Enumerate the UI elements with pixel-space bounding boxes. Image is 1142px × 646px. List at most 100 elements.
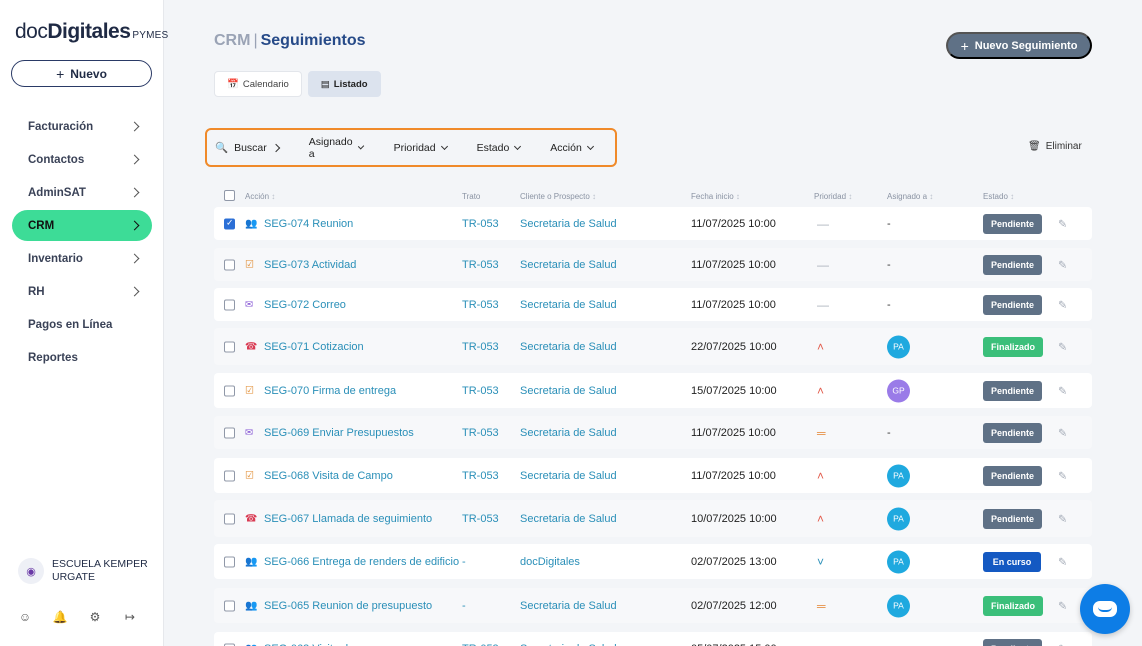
- row-checkbox[interactable]: [224, 470, 235, 481]
- sidebar-item-rh[interactable]: RH: [12, 276, 152, 307]
- action-filter[interactable]: Acción: [550, 142, 594, 154]
- row-checkbox[interactable]: [224, 600, 235, 611]
- table-row[interactable]: ☑ SEG-068 Visita de Campo TR-053 Secretaria…: [214, 458, 1092, 493]
- status-badge[interactable]: Pendiente: [983, 294, 1043, 315]
- assignee[interactable]: GP: [887, 379, 910, 402]
- row-checkbox[interactable]: [224, 513, 235, 524]
- table-row[interactable]: ☎ SEG-071 Cotizacion TR-053 Secretaria de S…: [214, 328, 1092, 365]
- action-link[interactable]: SEG-074 Reunion: [264, 218, 353, 230]
- action-link[interactable]: SEG-070 Firma de entrega: [264, 385, 396, 397]
- column-estado[interactable]: Estado: [983, 192, 1014, 201]
- assignee[interactable]: PA: [887, 464, 910, 487]
- sidebar-item-inventario[interactable]: Inventario: [12, 243, 152, 274]
- action-link[interactable]: SEG-073 Actividad: [264, 259, 356, 271]
- row-checkbox[interactable]: [224, 385, 235, 396]
- status-badge[interactable]: Pendiente: [983, 422, 1043, 443]
- brand-logo[interactable]: docDigitales PYMES: [15, 20, 168, 44]
- assigned-filter[interactable]: Asignado a: [309, 136, 365, 160]
- action-link[interactable]: SEG-065 Reunion de presupuesto: [264, 600, 432, 612]
- search-filter[interactable]: 🔍 Buscar: [215, 141, 281, 154]
- column-cliente[interactable]: Cliente o Prospecto: [520, 192, 596, 201]
- edit-icon[interactable]: ✎: [1058, 258, 1067, 271]
- status-badge[interactable]: En curso: [983, 551, 1041, 572]
- table-row[interactable]: ✉ SEG-072 Correo TR-053 Secretaria de Salud…: [214, 288, 1092, 321]
- action-link[interactable]: SEG-063 Visita de campo: [264, 643, 390, 646]
- edit-icon[interactable]: ✎: [1058, 384, 1067, 397]
- column-accion[interactable]: Acción: [245, 192, 275, 201]
- status-badge[interactable]: Pendiente: [983, 254, 1043, 275]
- sidebar-item-pagos-en-línea[interactable]: Pagos en Línea: [12, 309, 152, 340]
- trato-link[interactable]: TR-053: [462, 513, 499, 525]
- status-badge[interactable]: Pendiente: [983, 380, 1043, 401]
- column-fecha[interactable]: Fecha inicio: [691, 192, 740, 201]
- client-link[interactable]: docDigitales: [520, 556, 580, 568]
- action-link[interactable]: SEG-068 Visita de Campo: [264, 470, 393, 482]
- client-link[interactable]: Secretaria de Salud: [520, 470, 617, 482]
- table-row[interactable]: ☎ SEG-067 Llamada de seguimiento TR-053 Sec…: [214, 500, 1092, 537]
- edit-icon[interactable]: ✎: [1058, 642, 1067, 646]
- trato-link[interactable]: TR-053: [462, 427, 499, 439]
- trato-link[interactable]: TR-053: [462, 385, 499, 397]
- assignee[interactable]: PA: [887, 594, 910, 617]
- trato-link[interactable]: TR-053: [462, 218, 499, 230]
- assignee[interactable]: PA: [887, 507, 910, 530]
- bell-icon[interactable]: 🔔: [53, 610, 68, 624]
- row-checkbox[interactable]: [224, 299, 235, 310]
- table-row[interactable]: ✉ SEG-069 Enviar Presupuestos TR-053 Secret…: [214, 416, 1092, 449]
- row-checkbox[interactable]: [224, 556, 235, 567]
- row-checkbox[interactable]: [224, 427, 235, 438]
- status-badge[interactable]: Pendiente: [983, 508, 1043, 529]
- select-all-checkbox[interactable]: [224, 190, 235, 201]
- sidebar-item-crm[interactable]: CRM: [12, 210, 152, 241]
- logout-icon[interactable]: ↦: [123, 610, 137, 624]
- client-link[interactable]: Secretaria de Salud: [520, 218, 617, 230]
- tab-calendario[interactable]: 📅 Calendario: [214, 71, 302, 97]
- edit-icon[interactable]: ✎: [1058, 599, 1067, 612]
- table-row[interactable]: ☑ SEG-073 Actividad TR-053 Secretaria de Sa…: [214, 248, 1092, 281]
- sidebar-item-facturación[interactable]: Facturación: [12, 111, 152, 142]
- gear-icon[interactable]: ⚙: [88, 610, 102, 624]
- company-switcher[interactable]: ◉ ESCUELA KEMPER URGATE: [18, 558, 152, 584]
- trato-link[interactable]: TR-053: [462, 299, 499, 311]
- edit-icon[interactable]: ✎: [1058, 426, 1067, 439]
- table-row[interactable]: 👥 SEG-065 Reunion de presupuesto - Secretar…: [214, 588, 1092, 623]
- status-badge[interactable]: Pendiente: [983, 465, 1043, 486]
- chat-button[interactable]: [1080, 584, 1130, 634]
- trato-link[interactable]: TR-053: [462, 643, 499, 646]
- edit-icon[interactable]: ✎: [1058, 217, 1067, 230]
- table-row[interactable]: 👥SEG-063 Visita de campoTR-053Secretaria…: [214, 632, 1092, 646]
- assignee[interactable]: PA: [887, 335, 910, 358]
- edit-icon[interactable]: ✎: [1058, 555, 1067, 568]
- trato-link[interactable]: TR-053: [462, 341, 499, 353]
- client-link[interactable]: Secretaria de Salud: [520, 299, 617, 311]
- status-badge[interactable]: Pendiente: [983, 213, 1043, 234]
- client-link[interactable]: Secretaria de Salud: [520, 600, 617, 612]
- status-badge[interactable]: Finalizado: [983, 336, 1044, 357]
- client-link[interactable]: Secretaria de Salud: [520, 513, 617, 525]
- action-link[interactable]: SEG-072 Correo: [264, 299, 346, 311]
- user-circle-icon[interactable]: ☺: [18, 610, 32, 624]
- status-filter[interactable]: Estado: [477, 142, 522, 154]
- column-prioridad[interactable]: Prioridad: [814, 192, 852, 201]
- table-row[interactable]: 👥 SEG-066 Entrega de renders de edificio -…: [214, 544, 1092, 579]
- column-asignado[interactable]: Asignado a: [887, 192, 933, 201]
- client-link[interactable]: Secretaria de Salud: [520, 427, 617, 439]
- row-checkbox[interactable]: [224, 259, 235, 270]
- client-link[interactable]: Secretaria de Salud: [520, 385, 617, 397]
- row-checkbox[interactable]: [224, 341, 235, 352]
- client-link[interactable]: Secretaria de Salud: [520, 259, 617, 271]
- sidebar-item-adminsat[interactable]: AdminSAT: [12, 177, 152, 208]
- sidebar-item-reportes[interactable]: Reportes: [12, 342, 152, 373]
- trato-link[interactable]: TR-053: [462, 259, 499, 271]
- status-badge[interactable]: Pendiente: [983, 638, 1043, 646]
- client-link[interactable]: Secretaria de Salud: [520, 643, 617, 646]
- new-followup-button[interactable]: + Nuevo Seguimiento: [946, 32, 1092, 59]
- edit-icon[interactable]: ✎: [1058, 340, 1067, 353]
- priority-filter[interactable]: Prioridad: [394, 142, 448, 154]
- tab-listado[interactable]: ▤ Listado: [307, 71, 381, 97]
- delete-button[interactable]: 🗑 Eliminar: [1028, 141, 1082, 152]
- new-button[interactable]: + Nuevo: [11, 60, 152, 87]
- status-badge[interactable]: Finalizado: [983, 595, 1044, 616]
- edit-icon[interactable]: ✎: [1058, 469, 1067, 482]
- sidebar-item-contactos[interactable]: Contactos: [12, 144, 152, 175]
